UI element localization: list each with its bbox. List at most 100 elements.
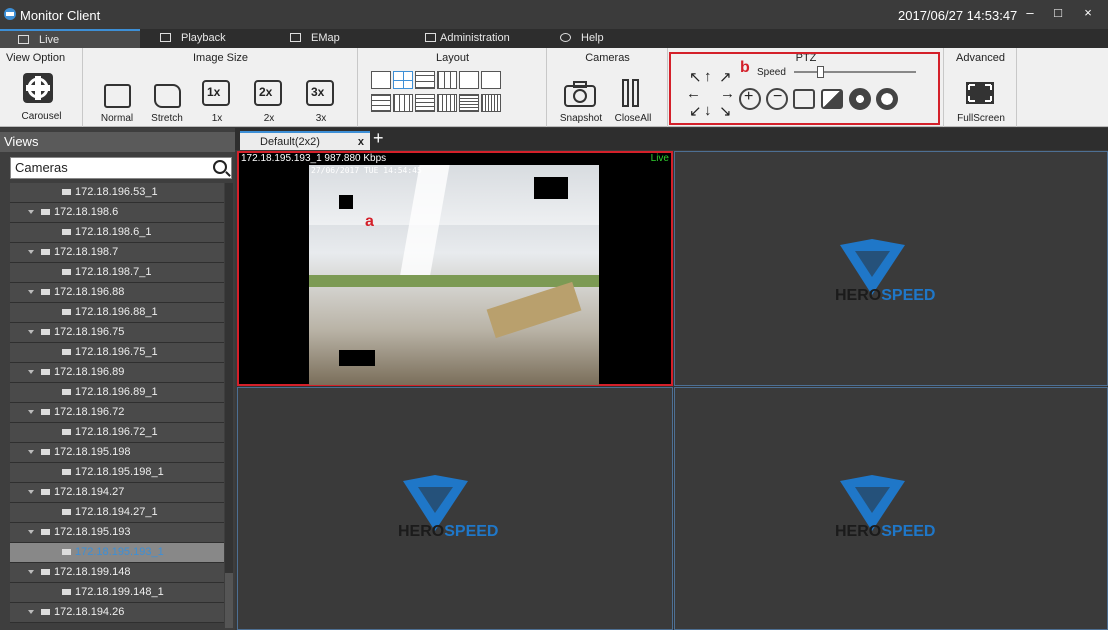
add-tab-icon[interactable]: + [373, 128, 384, 148]
camera-icon [62, 189, 71, 195]
tree-device-item[interactable]: 172.18.196.89 [10, 363, 224, 383]
tree-camera-item[interactable]: 172.18.195.198_1 [10, 463, 224, 483]
tree-device-item[interactable]: 172.18.195.193 [10, 523, 224, 543]
expand-arrow-icon[interactable] [28, 490, 34, 494]
video-grid: 27/06/2017 TUE 14:54:45 172.18.195.193_1… [237, 151, 1108, 630]
close-button[interactable]: × [1078, 5, 1098, 21]
advanced-group: Advanced FullScreen [945, 48, 1017, 127]
brand-part-a: HERO [398, 523, 445, 540]
expand-arrow-icon[interactable] [28, 370, 34, 374]
views-header[interactable]: Views [0, 132, 235, 152]
zoom-1x-text: 1x [207, 85, 221, 99]
fullscreen-icon[interactable] [965, 81, 995, 105]
group-title: Cameras [585, 52, 630, 64]
tree-camera-item[interactable]: 172.18.198.7_1 [10, 263, 224, 283]
expand-arrow-icon[interactable] [28, 290, 34, 294]
video-cell-1[interactable]: 27/06/2017 TUE 14:54:45 172.18.195.193_1… [237, 151, 673, 386]
tree-camera-item[interactable]: 172.18.196.88_1 [10, 303, 224, 323]
maximize-button[interactable]: □ [1048, 5, 1068, 21]
tree-camera-item[interactable]: 172.18.199.148_1 [10, 583, 224, 603]
tree-device-item[interactable]: 172.18.198.7 [10, 243, 224, 263]
tree-camera-item[interactable]: 172.18.196.72_1 [10, 423, 224, 443]
monitor-client-window: Monitor Client 2017/06/27 14:53:47 – □ ×… [0, 0, 1108, 630]
tree-device-item[interactable]: 172.18.196.72 [10, 403, 224, 423]
close-all-icon[interactable] [621, 78, 641, 108]
camera-icon [41, 289, 50, 295]
close-tab-icon[interactable]: x [358, 133, 364, 152]
tree-device-item[interactable]: 172.18.194.27 [10, 483, 224, 503]
layout-7x7-button[interactable] [437, 94, 457, 112]
ribbon-toolbar: View Option Carousel Image Size Normal S… [0, 48, 1108, 127]
expand-arrow-icon[interactable] [28, 450, 34, 454]
expand-arrow-icon[interactable] [28, 530, 34, 534]
video-cell-3[interactable]: HEROSPEED [237, 387, 673, 630]
zoom-3x-button[interactable]: 3x [306, 80, 334, 106]
tree-device-item[interactable]: 172.18.198.6 [10, 203, 224, 223]
tree-scrollbar[interactable] [225, 183, 233, 628]
tree-device-item[interactable]: 172.18.196.88 [10, 283, 224, 303]
brand-part-b: SPEED [881, 523, 936, 540]
layout-custom-button[interactable] [481, 94, 501, 112]
tree-camera-item[interactable]: 172.18.195.193_1 [10, 543, 224, 563]
tree-camera-item[interactable]: 172.18.196.75_1 [10, 343, 224, 363]
normal-label: Normal [100, 113, 134, 124]
layout-1-5-button[interactable] [459, 71, 479, 89]
expand-arrow-icon[interactable] [28, 330, 34, 334]
tree-camera-item[interactable]: 172.18.198.6_1 [10, 223, 224, 243]
layout-1-3-button[interactable] [415, 71, 435, 89]
tree-device-item[interactable]: 172.18.195.198 [10, 443, 224, 463]
cameras-search-box[interactable]: Cameras [10, 157, 232, 179]
expand-arrow-icon[interactable] [28, 570, 34, 574]
tree-device-item[interactable]: 172.18.196.75 [10, 323, 224, 343]
layout-2x2-button[interactable] [393, 71, 413, 89]
minimize-button[interactable]: – [1020, 5, 1040, 21]
layout-5x5-button[interactable] [393, 94, 413, 112]
play-icon [160, 33, 171, 42]
tab-playback[interactable]: Playback [160, 29, 270, 48]
layout-1-7-button[interactable] [481, 71, 501, 89]
tab-administration[interactable]: Administration [425, 29, 545, 48]
video-cell-2[interactable]: HEROSPEED [674, 151, 1108, 386]
expand-arrow-icon[interactable] [28, 250, 34, 254]
view-option-group: View Option Carousel [0, 48, 83, 127]
group-title: Advanced [956, 52, 1005, 64]
camera-icon [41, 569, 50, 575]
herospeed-brand: HEROSPEED [835, 287, 935, 305]
tree-item-label: 172.18.196.72 [54, 406, 125, 418]
zoom-1x-button[interactable]: 1x [202, 80, 230, 106]
layout-4x4-button[interactable] [371, 94, 391, 112]
tree-device-item[interactable]: 172.18.199.148 [10, 563, 224, 583]
search-icon[interactable] [213, 160, 227, 174]
camera-icon [41, 609, 50, 615]
herospeed-logo: HEROSPEED [835, 473, 935, 540]
tree-device-item[interactable]: 172.18.194.26 [10, 603, 224, 623]
tree-item-label: 172.18.196.75 [54, 326, 125, 338]
video-cell-4[interactable]: HEROSPEED [674, 387, 1108, 630]
tree-camera-item[interactable]: 172.18.194.27_1 [10, 503, 224, 523]
tab-label: Administration [440, 32, 510, 44]
tab-emap[interactable]: EMap [290, 29, 380, 48]
tab-default-view[interactable]: Default(2x2) x [240, 131, 370, 150]
expand-arrow-icon[interactable] [28, 410, 34, 414]
expand-arrow-icon[interactable] [28, 610, 34, 614]
camera-icon [62, 309, 71, 315]
tree-camera-item[interactable]: 172.18.196.53_1 [10, 183, 224, 203]
layout-3x3-button[interactable] [437, 71, 457, 89]
tree-item-label: 172.18.194.27 [54, 486, 125, 498]
cameras-group: Cameras Snapshot CloseAll [548, 48, 668, 127]
zoom-2x-button[interactable]: 2x [254, 80, 282, 106]
group-title: Image Size [192, 52, 249, 64]
tree-scrollbar-thumb[interactable] [225, 183, 233, 573]
camera-icon[interactable] [563, 80, 597, 108]
stretch-size-button[interactable] [154, 84, 181, 108]
layout-6x6-button[interactable] [415, 94, 435, 112]
expand-arrow-icon[interactable] [28, 210, 34, 214]
tab-live[interactable]: Live [0, 29, 140, 48]
layout-8x8-button[interactable] [459, 94, 479, 112]
layout-1x1-button[interactable] [371, 71, 391, 89]
tab-help[interactable]: Help [560, 29, 640, 48]
tree-camera-item[interactable]: 172.18.196.89_1 [10, 383, 224, 403]
carousel-icon[interactable] [22, 72, 54, 104]
tree-item-label: 172.18.195.193_1 [75, 546, 164, 558]
normal-size-button[interactable] [104, 84, 131, 108]
